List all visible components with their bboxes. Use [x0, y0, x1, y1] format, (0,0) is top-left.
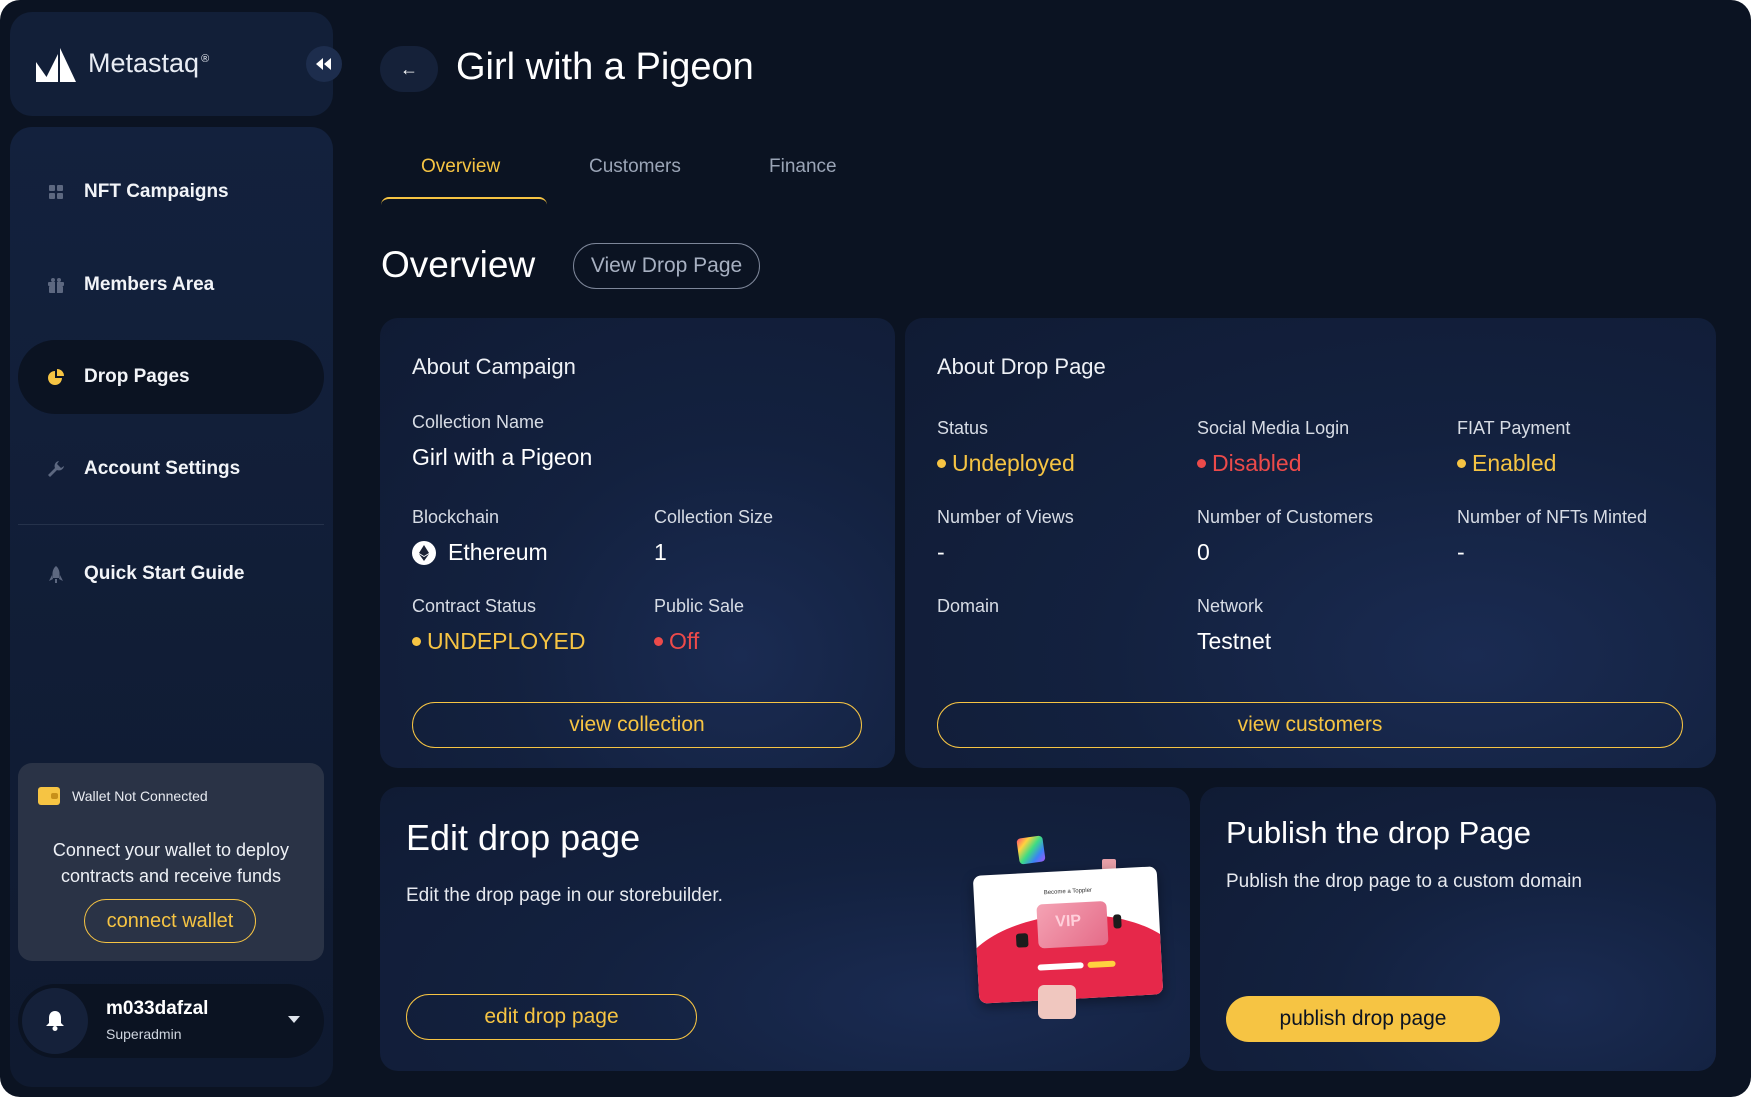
public-sale-label: Public Sale [654, 596, 745, 616]
user-name: m033dafzal [106, 998, 209, 1019]
about-campaign-card: About Campaign Collection Name Girl with… [380, 318, 895, 768]
sidebar-item-label: Members Area [84, 274, 215, 295]
arrow-left-icon: ← [400, 58, 418, 79]
sidebar-item-label: Drop Pages [84, 366, 190, 387]
card-title: About Campaign [412, 354, 576, 379]
preview-banner-text: Become a Toppler [1043, 887, 1093, 897]
active-tab-indicator [381, 197, 547, 205]
sidebar-item-account-settings[interactable]: Account Settings [18, 432, 324, 506]
edit-drop-page-card: Edit drop page Edit the drop page in our… [380, 787, 1190, 1071]
card-title: About Drop Page [937, 354, 1106, 379]
blockchain-value: Ethereum [412, 539, 548, 566]
publish-card-description: Publish the drop page to a custom domain [1226, 871, 1582, 892]
view-collection-button[interactable]: view collection [412, 702, 862, 748]
sidebar-nav: NFT Campaigns Members Area Drop Pages Ac… [10, 127, 333, 1087]
chevron-down-icon[interactable] [288, 1016, 300, 1023]
tab-bar: Overview Customers Finance [381, 150, 881, 206]
public-sale-value: Off [654, 628, 699, 655]
storefront-preview-image: Become a Toppler VIP [972, 835, 1174, 1019]
wallet-status-text: Wallet Not Connected [72, 788, 208, 804]
network-label: Network [1197, 596, 1264, 616]
status-value: Undeployed [937, 450, 1075, 477]
grid-icon [46, 182, 66, 202]
connect-wallet-button[interactable]: connect wallet [84, 899, 256, 943]
status-dot [1197, 459, 1206, 468]
fiat-payment-value: Enabled [1457, 450, 1556, 477]
contract-status-value: UNDEPLOYED [412, 628, 585, 655]
wallet-status: Wallet Not Connected [38, 787, 208, 805]
publish-drop-page-button[interactable]: publish drop page [1226, 996, 1500, 1042]
section-title: Overview [381, 244, 536, 285]
edit-card-description: Edit the drop page in our storebuilder. [406, 885, 723, 906]
tab-overview[interactable]: Overview [421, 156, 500, 178]
edit-drop-page-button[interactable]: edit drop page [406, 994, 697, 1040]
collection-name-label: Collection Name [412, 412, 545, 432]
back-button[interactable]: ← [380, 46, 438, 92]
app-window: Metastaq ® NFT Campaigns Members Area Dro… [0, 0, 1751, 1097]
publish-drop-page-card: Publish the drop Page Publish the drop p… [1200, 787, 1716, 1071]
view-drop-page-button[interactable]: View Drop Page [573, 243, 760, 289]
rocket-icon [46, 564, 66, 584]
nfts-minted-value: - [1457, 539, 1465, 565]
collection-name-value: Girl with a Pigeon [412, 444, 593, 470]
sidebar-item-label: Account Settings [84, 458, 241, 479]
user-menu[interactable]: m033dafzal Superadmin [18, 984, 324, 1058]
sidebar-item-label: NFT Campaigns [84, 181, 229, 202]
status-dot [412, 637, 421, 646]
wallet-message: Connect your wallet to deploy contracts … [52, 840, 290, 886]
contract-status-label: Contract Status [412, 596, 537, 616]
social-login-label: Social Media Login [1197, 418, 1350, 438]
edit-card-title: Edit drop page [406, 817, 641, 858]
publish-card-title: Publish the drop Page [1226, 815, 1532, 850]
tab-customers[interactable]: Customers [589, 156, 681, 178]
fiat-payment-label: FIAT Payment [1457, 418, 1571, 438]
status-dot [937, 459, 946, 468]
sidebar-item-label: Quick Start Guide [84, 563, 245, 584]
metastaq-logo-icon [36, 48, 76, 82]
status-dot [1457, 459, 1466, 468]
sidebar-item-quick-start-guide[interactable]: Quick Start Guide [18, 537, 324, 611]
views-label: Number of Views [937, 507, 1074, 527]
status-label: Status [937, 418, 989, 438]
view-customers-button[interactable]: view customers [937, 702, 1683, 748]
customers-value: 0 [1197, 539, 1210, 565]
about-drop-page-card: About Drop Page Status Undeployed Social… [905, 318, 1716, 768]
tab-finance[interactable]: Finance [769, 156, 837, 178]
wallet-icon [38, 787, 60, 805]
collapse-sidebar-button[interactable] [306, 46, 342, 82]
sidebar-divider [18, 524, 324, 525]
pie-chart-icon [46, 367, 66, 387]
bell-icon [46, 1011, 64, 1031]
brand-header: Metastaq ® [10, 12, 333, 116]
preview-vip-badge: VIP [1054, 912, 1082, 931]
notifications-button[interactable] [22, 988, 88, 1054]
blockchain-label: Blockchain [412, 507, 500, 527]
sidebar-item-nft-campaigns[interactable]: NFT Campaigns [18, 155, 324, 229]
status-dot [654, 637, 663, 646]
wrench-icon [46, 459, 66, 479]
double-chevron-left-icon [316, 58, 331, 70]
wallet-card: Wallet Not Connected Connect your wallet… [18, 763, 324, 961]
views-value: - [937, 539, 945, 565]
network-value: Testnet [1197, 628, 1272, 654]
gift-icon [46, 275, 66, 295]
domain-label: Domain [937, 596, 1000, 616]
collection-size-value: 1 [654, 539, 667, 565]
user-role: Superadmin [106, 1026, 182, 1042]
collection-size-label: Collection Size [654, 507, 774, 527]
brand-name: Metastaq ® [88, 48, 210, 78]
page-title: Girl with a Pigeon [456, 46, 754, 88]
sidebar-item-drop-pages[interactable]: Drop Pages [18, 340, 324, 414]
social-login-value: Disabled [1197, 450, 1302, 477]
sidebar-item-members-area[interactable]: Members Area [18, 248, 324, 322]
nfts-minted-label: Number of NFTs Minted [1457, 507, 1648, 527]
customers-label: Number of Customers [1197, 507, 1374, 527]
ethereum-icon [412, 540, 436, 565]
